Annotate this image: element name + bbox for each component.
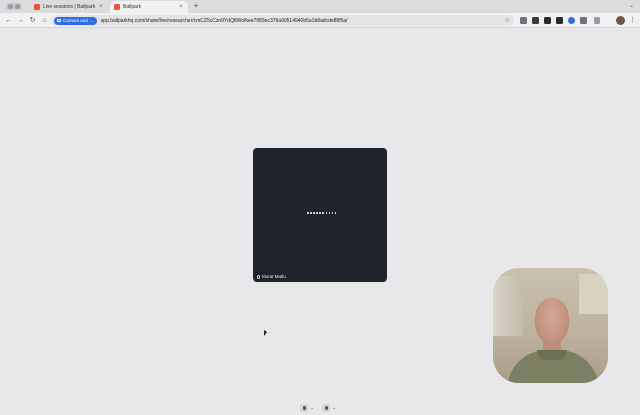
profile-avatar[interactable] xyxy=(616,16,625,25)
camera-permission-chip[interactable]: Camera and … xyxy=(54,16,97,25)
loading-dot xyxy=(322,212,325,214)
extension-icon[interactable] xyxy=(568,17,575,24)
loading-dot xyxy=(313,212,315,214)
sidebar-icon[interactable] xyxy=(594,17,600,24)
loading-dot xyxy=(319,212,321,214)
background-window xyxy=(493,276,523,336)
reload-icon[interactable]: ↻ xyxy=(28,16,37,25)
microphone-icon xyxy=(257,274,260,279)
ballpark-favicon-icon xyxy=(114,4,120,10)
extension-icon[interactable] xyxy=(520,17,527,24)
loading-dot xyxy=(316,212,318,214)
ballpark-favicon-icon xyxy=(34,4,40,10)
microphone-toggle-button[interactable] xyxy=(300,403,308,412)
extension-icon[interactable] xyxy=(532,17,539,24)
home-icon[interactable]: ⌂ xyxy=(40,16,49,25)
extension-icon[interactable] xyxy=(556,17,563,24)
tab-list-chevron-icon[interactable]: ⌄ xyxy=(629,2,634,9)
tab-title: Ballpark xyxy=(123,4,142,10)
tab-ballpark[interactable]: Ballpark × xyxy=(110,1,188,13)
person-head xyxy=(535,298,569,344)
participant-name-tag: Murat Mutlu xyxy=(257,274,286,279)
microphone-control: ⌄ xyxy=(300,403,314,412)
tab-close-icon[interactable]: × xyxy=(98,4,104,10)
tab-strip: Live sessions | Ballpark × Ballpark × + … xyxy=(0,0,640,13)
tab-search-icon[interactable] xyxy=(6,3,22,10)
window-dot-icon xyxy=(8,4,13,9)
tab-live-sessions[interactable]: Live sessions | Ballpark × xyxy=(30,1,108,13)
bookmark-star-icon[interactable]: ☆ xyxy=(505,17,510,24)
loading-dot xyxy=(334,212,337,214)
url-text[interactable]: app.ballparkhq.com/share/live/researcher… xyxy=(101,18,505,24)
chevron-down-icon[interactable]: ⌄ xyxy=(332,405,336,411)
browser-menu-icon[interactable]: ⋮ xyxy=(629,16,636,25)
new-tab-button[interactable]: + xyxy=(191,1,201,10)
camera-icon xyxy=(324,405,328,410)
loading-dot xyxy=(310,212,312,214)
tab-close-icon[interactable]: × xyxy=(178,4,184,10)
forward-arrow-icon[interactable]: → xyxy=(16,16,25,25)
microphone-icon xyxy=(302,405,306,410)
camera-chip-label: Camera and … xyxy=(63,18,94,23)
camera-control: ⌄ xyxy=(322,403,336,412)
loading-dot xyxy=(331,212,334,214)
camera-icon xyxy=(57,19,61,22)
background-shelf xyxy=(579,274,608,314)
loading-dot xyxy=(328,212,331,214)
chevron-down-icon[interactable]: ⌄ xyxy=(310,405,314,411)
extension-icon[interactable] xyxy=(544,17,551,24)
loading-dot xyxy=(307,212,309,214)
extensions-puzzle-icon[interactable] xyxy=(580,17,587,24)
camera-toggle-button[interactable] xyxy=(322,403,330,412)
participant-video-tile: Murat Mutlu xyxy=(253,148,387,282)
participant-name: Murat Mutlu xyxy=(262,274,286,279)
loading-indicator xyxy=(307,212,337,214)
mouse-cursor xyxy=(264,330,267,336)
self-view-video[interactable] xyxy=(493,268,608,383)
back-arrow-icon[interactable]: ← xyxy=(4,16,13,25)
browser-toolbar: ← → ↻ ⌂ Camera and … app.ballparkhq.com/… xyxy=(0,13,640,28)
window-dot-icon xyxy=(15,4,20,9)
loading-dot xyxy=(325,212,328,214)
tab-title: Live sessions | Ballpark xyxy=(43,4,96,10)
address-bar[interactable]: Camera and … app.ballparkhq.com/share/li… xyxy=(52,15,514,26)
